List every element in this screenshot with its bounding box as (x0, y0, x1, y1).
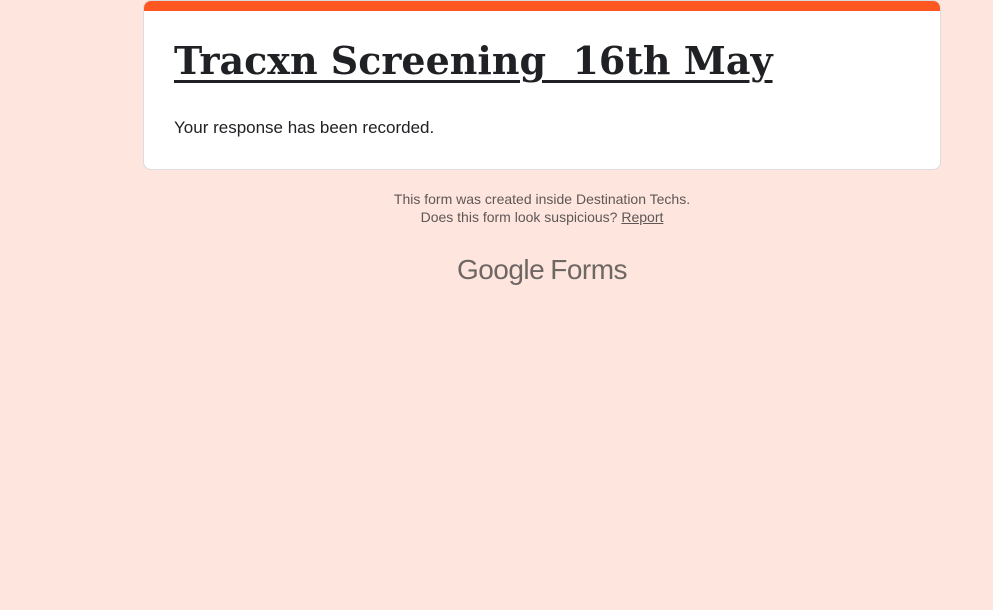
google-wordmark: Google (456, 254, 545, 285)
google-forms-logo[interactable]: Google Forms (0, 252, 993, 288)
suspicious-text: Does this form look suspicious? (420, 209, 622, 225)
form-footer: This form was created inside Destination… (0, 190, 993, 226)
form-card-accent-bar (144, 1, 940, 11)
created-inside-text: This form was created inside Destination… (393, 191, 691, 207)
suspicious-line: Does this form look suspicious? Report (0, 208, 993, 226)
response-recorded-message: Your response has been recorded. (174, 118, 435, 137)
forms-wordmark: Forms (550, 254, 628, 285)
report-link[interactable]: Report (621, 209, 663, 225)
form-card: Tracxn Screening 16th May Your response … (143, 0, 941, 170)
form-title: Tracxn Screening 16th May (174, 38, 773, 83)
